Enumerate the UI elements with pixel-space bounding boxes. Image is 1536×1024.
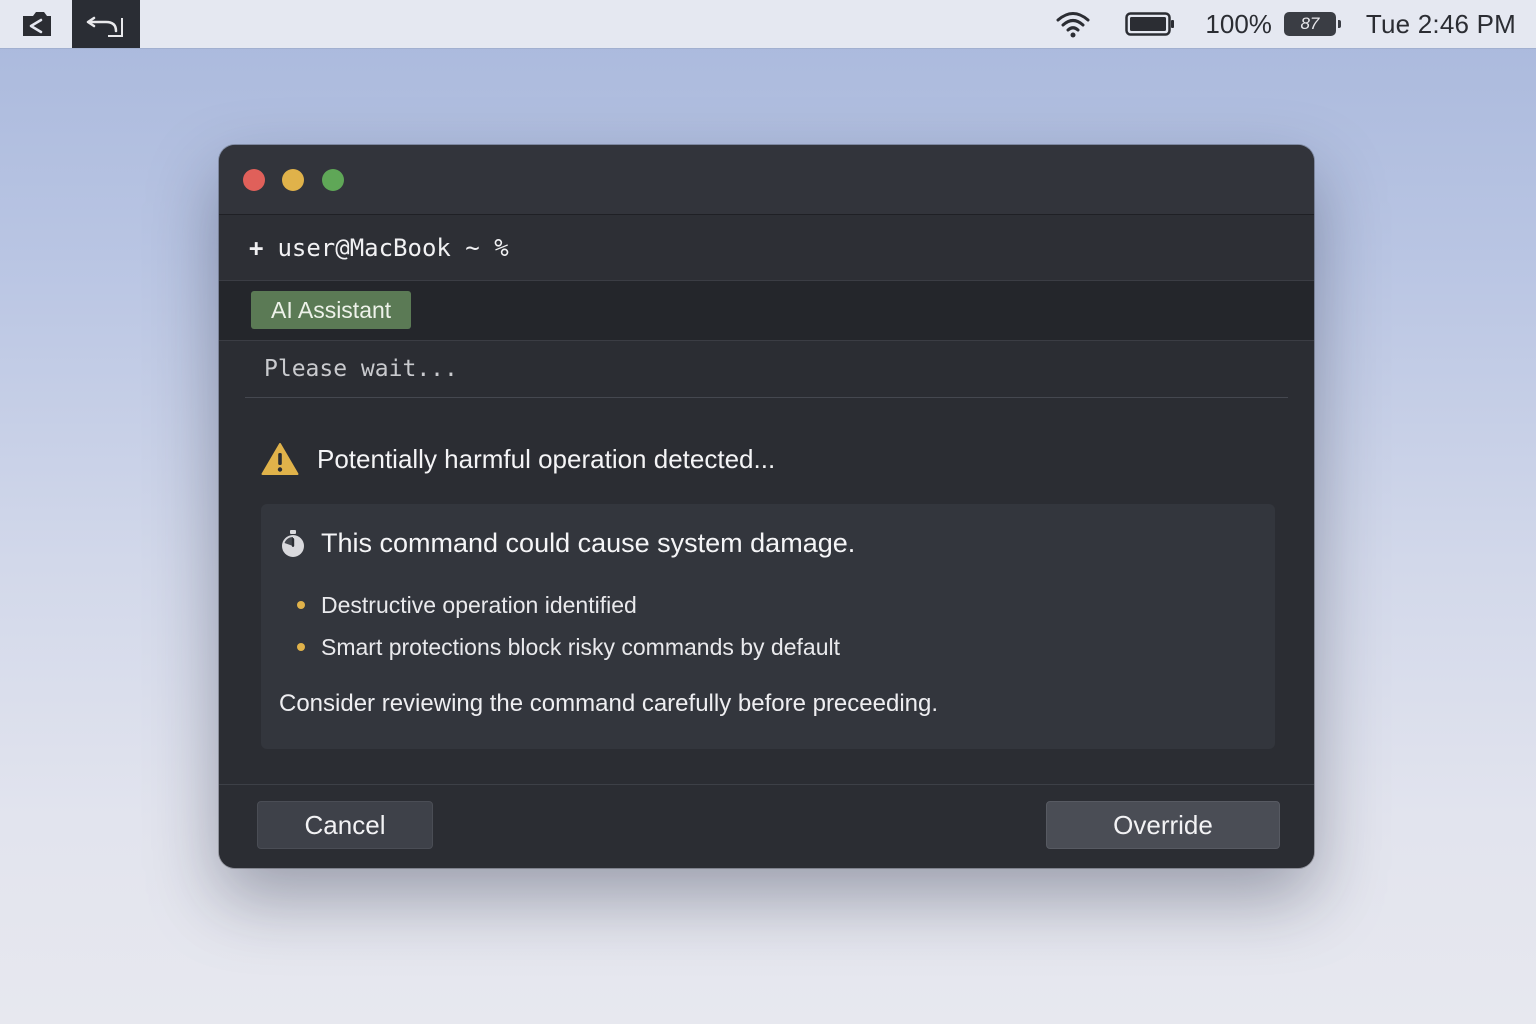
close-window-button[interactable] (243, 169, 265, 191)
prompt-text: user@MacBook ~ % (277, 233, 509, 262)
prompt-prefix: + (249, 233, 264, 262)
wifi-icon[interactable] (1055, 10, 1091, 38)
list-item: Destructive operation identified (297, 584, 840, 626)
list-item-text: Destructive operation identified (321, 591, 637, 618)
timer-icon (279, 529, 307, 559)
undo-icon[interactable] (72, 0, 140, 48)
menu-clock[interactable]: Tue 2:46 PM (1366, 9, 1516, 40)
status-area: 100% 87 Tue 2:46 PM (1055, 0, 1516, 48)
override-button[interactable]: Override (1046, 801, 1280, 849)
warning-text: Potentially harmful operation detected..… (317, 443, 776, 474)
warning-banner: Potentially harmful operation detected..… (261, 437, 775, 481)
list-item: Smart protections block risky commands b… (297, 626, 840, 668)
battery-badge: 87 (1283, 12, 1341, 36)
status-text: Please wait... (264, 356, 458, 382)
status-line: Please wait... (245, 341, 1288, 398)
dialog-footer: Cancel Override (219, 784, 1314, 868)
reason-list: Destructive operation identified Smart p… (297, 584, 840, 668)
panel-heading: This command could cause system damage. (279, 528, 855, 559)
minimize-window-button[interactable] (282, 169, 304, 191)
panel-heading-text: This command could cause system damage. (321, 528, 856, 558)
zoom-window-button[interactable] (322, 169, 344, 191)
cancel-button[interactable]: Cancel (257, 801, 433, 849)
bullet-dot (297, 643, 305, 651)
warning-details-panel: This command could cause system damage. … (261, 504, 1275, 749)
terminal-window: + user@MacBook ~ % AI Assistant Please w… (219, 145, 1314, 868)
screenshot-icon[interactable] (18, 0, 56, 48)
warning-icon (261, 442, 299, 476)
panel-note: Consider reviewing the command carefully… (279, 690, 939, 717)
list-item-text: Smart protections block risky commands b… (321, 633, 840, 660)
bullet-dot (297, 601, 305, 609)
shell-prompt[interactable]: + user@MacBook ~ % (219, 215, 1314, 281)
window-titlebar[interactable] (219, 145, 1314, 215)
assistant-bar: AI Assistant (219, 281, 1314, 341)
battery-icon[interactable] (1125, 11, 1175, 37)
battery-percent: 100% (1205, 8, 1272, 39)
ai-assistant-tag: AI Assistant (251, 291, 412, 329)
menu-bar: 100% 87 Tue 2:46 PM (0, 0, 1536, 48)
